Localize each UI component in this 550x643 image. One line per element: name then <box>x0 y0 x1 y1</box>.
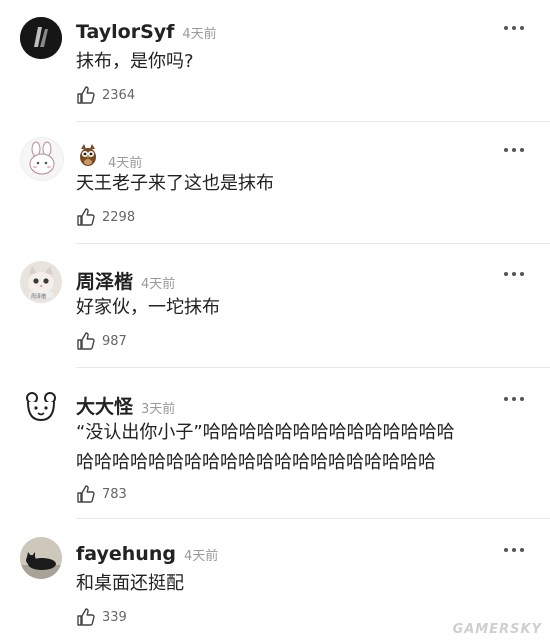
thumbs-up-icon <box>77 485 95 503</box>
user-avatar[interactable] <box>20 537 62 579</box>
comment-time: 4天前 <box>141 277 176 292</box>
comment-item: 周泽楷 周泽楷 4天前 好家伙，一坨抹布 987 <box>0 261 550 371</box>
comment-item: 4天前 天王老子来了这也是抹布 2298 <box>0 137 550 247</box>
avatar-caption: 周泽楷 <box>31 294 47 300</box>
user-avatar[interactable] <box>20 137 64 181</box>
comment-text-line-1: “没认出你小子”哈哈哈哈哈哈哈哈哈哈哈哈哈哈 <box>76 422 455 443</box>
comment-item: TaylorSyf 4天前 抹布，是你吗? 2364 <box>0 15 550 125</box>
thumbs-up-icon <box>77 608 95 626</box>
cartoon-rabbit-icon <box>21 138 63 180</box>
username[interactable]: fayehung <box>76 543 176 565</box>
more-options-button[interactable] <box>504 397 524 401</box>
like-button[interactable]: 2298 <box>76 207 135 227</box>
comment-text: 抹布，是你吗? <box>76 51 194 72</box>
more-options-button[interactable] <box>504 548 524 552</box>
comment-text: 和桌面还挺配 <box>76 573 184 594</box>
like-count: 987 <box>102 333 127 349</box>
user-avatar[interactable] <box>20 386 62 428</box>
watermark-logo: GAMERSKY <box>452 622 542 637</box>
thumbs-up-icon <box>77 208 95 226</box>
bear-face-icon <box>20 386 62 428</box>
thumbs-up-icon <box>77 86 95 104</box>
comment-time: 3天前 <box>141 402 176 417</box>
like-count: 2364 <box>102 87 136 103</box>
comment-text-line-2: 哈哈哈哈哈哈哈哈哈哈哈哈哈哈哈哈哈哈哈哈 <box>76 452 436 473</box>
comment-text: 天王老子来了这也是抹布 <box>76 173 274 194</box>
comment-time: 4天前 <box>183 549 219 564</box>
like-count: 339 <box>102 609 127 625</box>
username[interactable]: 周泽楷 <box>76 267 133 294</box>
black-cat-photo-icon <box>20 537 62 579</box>
more-options-button[interactable] <box>504 148 524 152</box>
separator <box>76 367 550 368</box>
comment-time: 4天前 <box>182 27 217 42</box>
like-button[interactable]: 339 <box>76 607 127 627</box>
user-avatar[interactable] <box>20 17 62 59</box>
thumbs-up-icon <box>77 332 95 350</box>
more-options-button[interactable] <box>504 26 524 30</box>
separator <box>76 121 550 122</box>
like-count: 783 <box>102 486 127 502</box>
user-avatar[interactable]: 周泽楷 <box>20 261 62 303</box>
separator <box>76 243 550 244</box>
like-button[interactable]: 783 <box>76 484 127 504</box>
like-count: 2298 <box>102 209 136 225</box>
owl-emoji-icon <box>80 144 96 166</box>
username[interactable]: TaylorSyf <box>76 21 174 43</box>
comment-item: 大大怪 3天前 “没认出你小子”哈哈哈哈哈哈哈哈哈哈哈哈哈哈 哈哈哈哈哈哈哈哈哈… <box>0 386 550 519</box>
separator <box>76 518 550 519</box>
like-button[interactable]: 987 <box>76 331 127 351</box>
username[interactable]: 大大怪 <box>76 392 133 419</box>
like-button[interactable]: 2364 <box>76 85 135 105</box>
more-options-button[interactable] <box>504 272 524 276</box>
avatar-image-icon <box>20 17 62 59</box>
comment-text: 好家伙，一坨抹布 <box>76 297 220 318</box>
